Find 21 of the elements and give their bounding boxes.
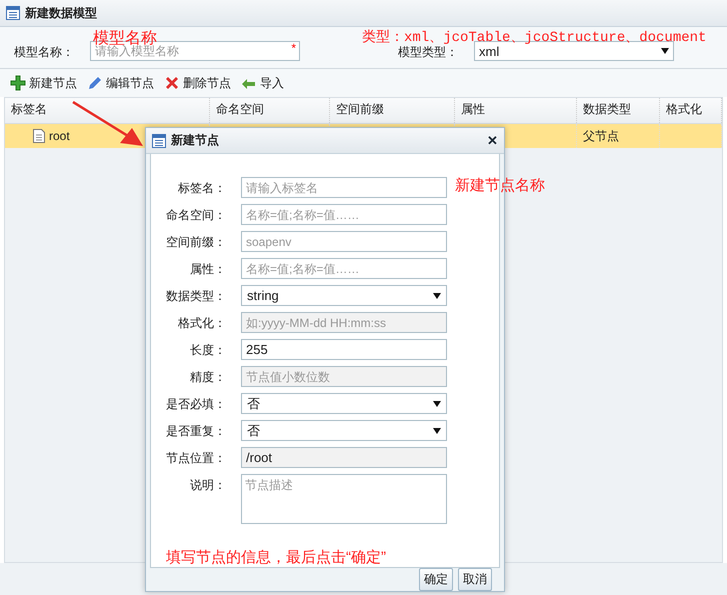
field-label: 是否重复： (165, 423, 226, 440)
field-label: 是否必填： (165, 396, 226, 413)
field-label: 长度： (189, 342, 226, 359)
field-label: 格式化： (177, 315, 226, 332)
required-mark: * (291, 41, 296, 55)
model-type-label: 模型类型： (398, 44, 459, 61)
field-label: 命名空间： (165, 207, 226, 224)
dialog-title: 新建节点 (171, 132, 219, 149)
field-label: 数据类型： (165, 288, 226, 305)
table-cell: 父节点 (583, 128, 619, 144)
field-label: 属性： (189, 261, 226, 278)
field-label: 标签名： (177, 180, 226, 197)
table-cell: root (49, 129, 70, 143)
window-title: 新建数据模型 (25, 4, 97, 22)
field-label: 节点位置： (165, 450, 226, 467)
annotation: 新建节点名称 (455, 176, 545, 195)
field-label: 空间前缀： (165, 234, 226, 251)
field-label: 说明： (189, 477, 226, 494)
field-label: 精度： (189, 369, 226, 386)
annotation: 填写节点的信息，最后点击“确定” (166, 548, 387, 567)
model-name-label: 模型名称： (14, 44, 75, 61)
